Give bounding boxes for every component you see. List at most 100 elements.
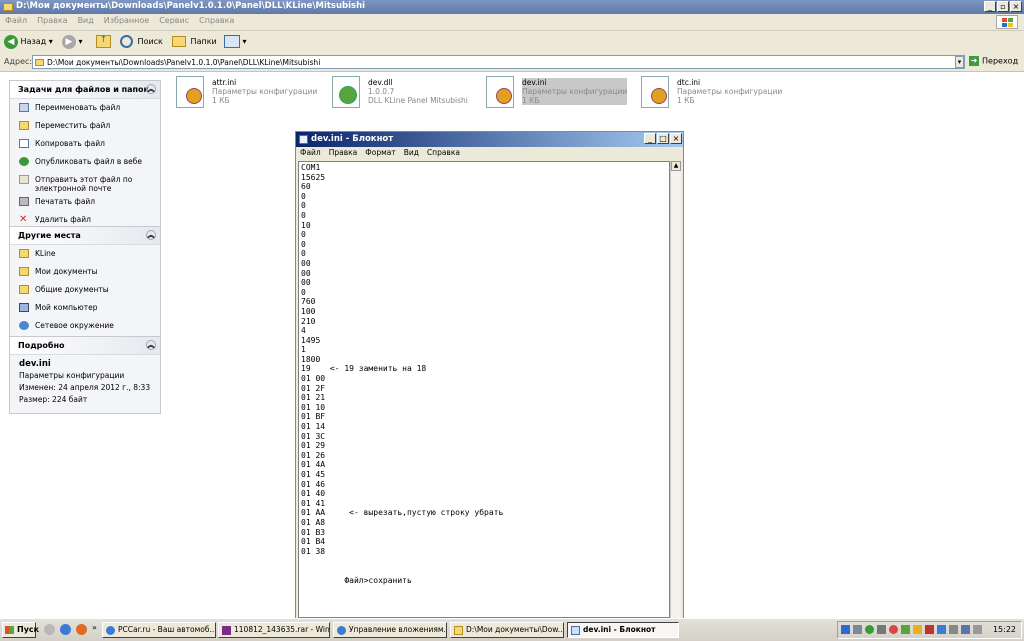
delete-icon: ✕ — [19, 214, 28, 225]
up-folder-icon: ↑ — [96, 35, 111, 48]
tray-app-icon[interactable] — [901, 625, 910, 634]
firefox-icon[interactable] — [76, 624, 87, 635]
forward-button[interactable]: ▶ ▾ — [62, 34, 83, 50]
menu-view[interactable]: Вид — [73, 14, 99, 27]
other-places-header[interactable]: Другие места ︽ — [10, 227, 160, 245]
notepad-menu-view[interactable]: Вид — [400, 147, 423, 158]
search-button[interactable]: Поиск — [120, 34, 163, 50]
quicklaunch-more-icon[interactable]: » — [92, 623, 97, 632]
go-button[interactable]: ➜ Переход — [969, 56, 1018, 66]
tray-app-icon[interactable] — [949, 625, 958, 634]
language-icon[interactable] — [841, 625, 850, 634]
up-folder-button[interactable]: ↑ — [96, 34, 111, 50]
folders-button[interactable]: Папки — [172, 34, 217, 50]
notepad-scrollbar[interactable]: ▲ — [670, 161, 681, 618]
collapse-icon[interactable]: ︽ — [146, 230, 156, 240]
tray-app-icon[interactable] — [865, 625, 874, 634]
taskbar-task[interactable]: D:\Мои документы\Dow... — [450, 622, 564, 638]
start-button[interactable]: Пуск — [2, 622, 39, 638]
taskbar-task[interactable]: Управление вложениям... — [333, 622, 447, 638]
tray-app-icon[interactable] — [913, 625, 922, 634]
notepad-menu-file[interactable]: Файл — [296, 147, 325, 158]
explorer-titlebar[interactable]: D:\Мои документы\Downloads\Panelv1.0.1.0… — [0, 0, 1024, 14]
task-rename[interactable]: Переименовать файл — [19, 103, 154, 117]
search-label: Поиск — [137, 37, 163, 46]
notepad-text-area[interactable]: COM1 15625 60 0 0 0 10 0 0 0 00 00 00 0 … — [298, 161, 670, 618]
restore-button[interactable]: ▫ — [997, 1, 1009, 12]
address-value: D:\Мои документы\Downloads\Panelv1.0.1.0… — [47, 58, 321, 67]
notepad-titlebar[interactable]: dev.ini - Блокнот _ □ × — [296, 132, 683, 147]
tasks-panel-header[interactable]: Задачи для файлов и папок ︽ — [10, 81, 160, 99]
volume-icon[interactable] — [877, 625, 886, 634]
tray-app-icon[interactable] — [925, 625, 934, 634]
address-bar: Адрес: D:\Мои документы\Downloads\Panelv… — [0, 54, 1024, 72]
file-item-selected[interactable]: dev.ini Параметры конфигурации 1 КБ — [486, 76, 636, 114]
taskbar-task[interactable]: PCCar.ru - Ваш автомоб... — [102, 622, 216, 638]
place-network[interactable]: Сетевое окружение — [19, 321, 154, 335]
task-rename-label: Переименовать файл — [35, 103, 121, 112]
taskbar-task-active[interactable]: dev.ini - Блокнот — [567, 622, 679, 638]
close-button[interactable]: × — [1010, 1, 1022, 12]
scroll-up-icon[interactable]: ▲ — [671, 161, 681, 171]
notepad-close-button[interactable]: × — [670, 133, 682, 144]
details-title: Подробно — [18, 341, 65, 350]
forward-arrow-icon: ▶ — [62, 34, 76, 49]
address-label: Адрес: — [4, 57, 33, 66]
task-copy[interactable]: Копировать файл — [19, 139, 154, 153]
notepad-menu-help[interactable]: Справка — [423, 147, 464, 158]
notepad-maximize-button[interactable]: □ — [657, 133, 669, 144]
tray-app-icon[interactable] — [973, 625, 982, 634]
task-move[interactable]: Переместить файл — [19, 121, 154, 135]
place-kline[interactable]: KLine — [19, 249, 154, 263]
menu-edit[interactable]: Правка — [32, 14, 72, 27]
address-input[interactable]: D:\Мои документы\Downloads\Panelv1.0.1.0… — [32, 55, 965, 69]
task-email[interactable]: Отправить этот файл по электронной почте — [19, 175, 154, 193]
task-publish[interactable]: Опубликовать файл в вебе — [19, 157, 154, 171]
config-file-icon — [486, 76, 514, 108]
task-label: PCCar.ru - Ваш автомоб... — [118, 625, 216, 634]
file-desc: Параметры конфигурации — [212, 87, 318, 96]
go-label: Переход — [982, 56, 1019, 66]
taskbar-task[interactable]: 110812_143635.rar - Win... — [218, 622, 330, 638]
notepad-icon — [571, 626, 580, 635]
tray-app-icon[interactable] — [853, 625, 862, 634]
place-my-documents[interactable]: Мои документы — [19, 267, 154, 281]
collapse-icon[interactable]: ︽ — [146, 340, 156, 350]
tray-app-icon[interactable] — [961, 625, 970, 634]
chrome-icon[interactable] — [60, 624, 71, 635]
network-icon[interactable] — [937, 625, 946, 634]
folders-icon — [172, 36, 186, 47]
menu-tools[interactable]: Сервис — [154, 14, 194, 27]
place-shared-documents[interactable]: Общие документы — [19, 285, 154, 299]
address-dropdown-button[interactable]: ▾ — [955, 56, 964, 68]
file-item[interactable]: dtc.ini Параметры конфигурации 1 КБ — [641, 76, 791, 114]
printer-icon — [19, 197, 29, 206]
notepad-minimize-button[interactable]: _ — [644, 133, 656, 144]
notepad-menu-format[interactable]: Формат — [361, 147, 399, 158]
task-copy-label: Копировать файл — [35, 139, 105, 148]
menu-favorites[interactable]: Избранное — [99, 14, 154, 27]
place-my-computer[interactable]: Мой компьютер — [19, 303, 154, 317]
task-delete-label: Удалить файл — [35, 215, 91, 224]
computer-icon — [19, 303, 29, 312]
minimize-button[interactable]: _ — [984, 1, 996, 12]
explorer-menubar: Файл Правка Вид Избранное Сервис Справка — [0, 14, 1024, 31]
task-label: 110812_143635.rar - Win... — [234, 625, 330, 634]
notepad-menu-edit[interactable]: Правка — [325, 147, 362, 158]
notepad-menubar: Файл Правка Формат Вид Справка — [296, 147, 683, 161]
task-print[interactable]: Печатать файл — [19, 197, 154, 211]
back-button[interactable]: ◀ Назад ▾ — [4, 34, 53, 50]
file-size: 1 КБ — [522, 96, 540, 105]
menu-help[interactable]: Справка — [194, 14, 239, 27]
views-button[interactable]: ▾ — [224, 34, 247, 50]
file-item[interactable]: attr.ini Параметры конфигурации 1 КБ — [176, 76, 326, 114]
copy-icon — [19, 139, 29, 148]
clock[interactable]: 15:22 — [993, 625, 1016, 634]
details-header[interactable]: Подробно ︽ — [10, 337, 160, 355]
file-item[interactable]: dev.dll 1.0.0.7 DLL KLine Panel Mitsubishi — [332, 76, 482, 114]
collapse-icon[interactable]: ︽ — [146, 84, 156, 94]
file-name: dev.ini — [522, 78, 547, 87]
show-desktop-icon[interactable] — [44, 624, 55, 635]
menu-file[interactable]: Файл — [0, 14, 32, 27]
tray-app-icon[interactable] — [889, 625, 898, 634]
